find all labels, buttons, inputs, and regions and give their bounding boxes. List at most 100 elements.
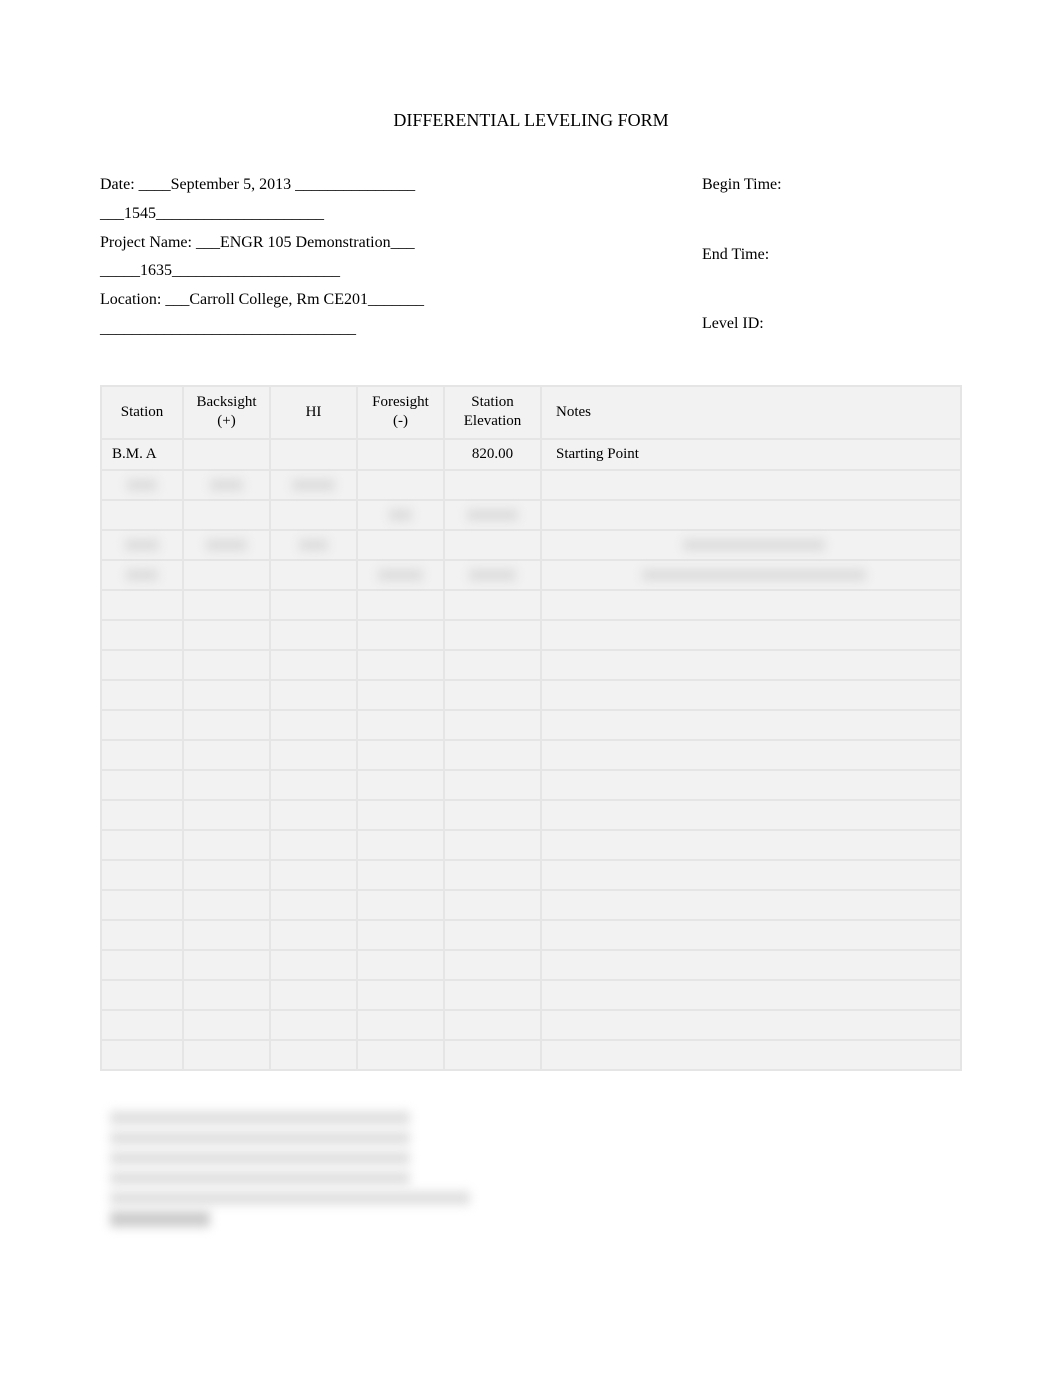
date-value: September 5, 2013 — [171, 176, 291, 193]
header-elevation: Station Elevation — [445, 387, 540, 438]
header-backsight: Backsight (+) — [184, 387, 269, 438]
cell-backsight — [184, 681, 269, 709]
cell-station — [102, 1041, 182, 1069]
table-row — [102, 501, 960, 529]
cell-station — [102, 921, 182, 949]
cell-station — [102, 951, 182, 979]
cell-notes — [542, 651, 960, 679]
footer-blur-line — [110, 1171, 410, 1185]
table-row — [102, 621, 960, 649]
cell-notes — [542, 891, 960, 919]
project-trail: ___ — [391, 234, 415, 251]
header-foresight: Foresight (-) — [358, 387, 443, 438]
cell-hi — [271, 771, 356, 799]
cell-station — [102, 651, 182, 679]
header-hi: HI — [271, 387, 356, 438]
table-row — [102, 891, 960, 919]
cell-backsight — [184, 981, 269, 1009]
cell-elevation — [445, 861, 540, 889]
cell-hi — [271, 651, 356, 679]
cell-notes: Starting Point — [542, 440, 960, 469]
cell-hi — [271, 1041, 356, 1069]
leveling-table: Station Backsight (+) HI Foresight (-) S… — [100, 385, 962, 1071]
cell-notes — [542, 921, 960, 949]
cell-foresight — [358, 891, 443, 919]
cell-hi — [271, 561, 356, 589]
cell-hi — [271, 591, 356, 619]
cell-elevation — [445, 981, 540, 1009]
cell-station — [102, 771, 182, 799]
cell-station — [102, 981, 182, 1009]
cell-backsight — [184, 831, 269, 859]
cell-station — [102, 711, 182, 739]
cell-hi — [271, 531, 356, 559]
cell-backsight — [184, 1011, 269, 1039]
cell-backsight — [184, 861, 269, 889]
table-row — [102, 981, 960, 1009]
cell-station — [102, 501, 182, 529]
date-line: Date: ____September 5, 2013 ____________… — [100, 171, 702, 200]
cell-foresight — [358, 771, 443, 799]
table-row — [102, 831, 960, 859]
project-value: ENGR 105 Demonstration — [220, 234, 391, 251]
cell-notes — [542, 501, 960, 529]
cell-backsight — [184, 561, 269, 589]
cell-elevation — [445, 561, 540, 589]
cell-elevation — [445, 891, 540, 919]
cell-hi — [271, 831, 356, 859]
cell-notes — [542, 741, 960, 769]
table-body: B.M. A820.00Starting Point — [102, 440, 960, 1069]
cell-elevation — [445, 621, 540, 649]
cell-elevation — [445, 471, 540, 499]
cell-station — [102, 621, 182, 649]
cell-backsight — [184, 591, 269, 619]
location-line: Location: ___Carroll College, Rm CE201__… — [100, 286, 702, 315]
cell-backsight — [184, 891, 269, 919]
cell-elevation — [445, 681, 540, 709]
cell-hi — [271, 741, 356, 769]
footer-blur-line — [110, 1111, 410, 1125]
cell-foresight — [358, 440, 443, 469]
cell-elevation — [445, 651, 540, 679]
cell-notes — [542, 531, 960, 559]
cell-foresight — [358, 591, 443, 619]
cell-elevation — [445, 831, 540, 859]
cell-backsight — [184, 711, 269, 739]
footer-blur-line — [110, 1191, 470, 1205]
table-row — [102, 651, 960, 679]
cell-hi — [271, 440, 356, 469]
cell-station — [102, 801, 182, 829]
cell-elevation — [445, 1041, 540, 1069]
date-trail: _______________ — [291, 176, 415, 193]
cell-elevation: 820.00 — [445, 440, 540, 469]
cell-notes — [542, 591, 960, 619]
footer-area — [100, 1111, 962, 1227]
spacer — [702, 275, 962, 304]
cell-notes — [542, 621, 960, 649]
table-row: B.M. A820.00Starting Point — [102, 440, 960, 469]
cell-backsight — [184, 471, 269, 499]
cell-notes — [542, 711, 960, 739]
table-row — [102, 741, 960, 769]
table-header-row: Station Backsight (+) HI Foresight (-) S… — [102, 387, 960, 438]
cell-hi — [271, 1011, 356, 1039]
cell-hi — [271, 801, 356, 829]
cell-station — [102, 891, 182, 919]
cell-backsight — [184, 741, 269, 769]
cell-notes — [542, 1041, 960, 1069]
cell-backsight — [184, 921, 269, 949]
end-time-value-line: _____1635_____________________ — [100, 257, 702, 286]
cell-notes — [542, 681, 960, 709]
cell-elevation — [445, 501, 540, 529]
table-row — [102, 711, 960, 739]
form-title: DIFFERENTIAL LEVELING FORM — [100, 110, 962, 131]
cell-elevation — [445, 771, 540, 799]
begin-time-label: Begin Time: — [702, 171, 962, 200]
cell-hi — [271, 861, 356, 889]
cell-station — [102, 1011, 182, 1039]
cell-hi — [271, 501, 356, 529]
location-label: Location: ___ — [100, 291, 189, 308]
cell-station — [102, 861, 182, 889]
end-time-label: End Time: — [702, 241, 962, 270]
cell-notes — [542, 831, 960, 859]
